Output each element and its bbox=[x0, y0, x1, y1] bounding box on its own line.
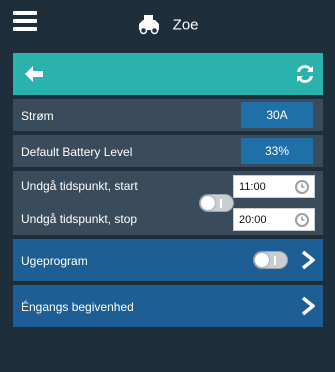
refresh-icon[interactable] bbox=[293, 62, 317, 86]
default-battery-value-button[interactable]: 33% bbox=[241, 138, 313, 164]
default-battery-row: Default Battery Level 33% bbox=[13, 135, 323, 167]
back-arrow-icon[interactable] bbox=[23, 63, 45, 85]
avoid-start-label: Undgå tidspunkt, start bbox=[21, 179, 138, 193]
nav-bar bbox=[13, 53, 323, 95]
app-title-area: Zoe bbox=[0, 14, 335, 36]
app-title: Zoe bbox=[172, 16, 199, 34]
one-time-event-row[interactable]: Éngangs begivenhed bbox=[13, 285, 323, 327]
avoid-stop-time-input[interactable]: 20:00 bbox=[233, 208, 315, 231]
toggle-knob bbox=[201, 196, 215, 210]
clock-icon[interactable] bbox=[294, 179, 310, 195]
chevron-right-icon[interactable] bbox=[301, 296, 315, 316]
toggle-knob bbox=[255, 253, 269, 267]
avoid-start-time-value: 11:00 bbox=[239, 181, 266, 193]
chevron-right-icon[interactable] bbox=[301, 250, 315, 270]
avoid-stop-time-value: 20:00 bbox=[239, 214, 267, 226]
avoid-time-row: Undgå tidspunkt, start Undgå tidspunkt, … bbox=[13, 171, 323, 235]
toggle-off-mark bbox=[274, 256, 276, 265]
avoid-time-toggle[interactable] bbox=[199, 194, 234, 212]
week-program-row[interactable]: Ugeprogram bbox=[13, 239, 323, 281]
one-time-event-label: Éngangs begivenhed bbox=[21, 300, 134, 314]
default-battery-label: Default Battery Level bbox=[21, 145, 133, 159]
top-bar: Zoe bbox=[0, 0, 335, 53]
avoid-stop-label: Undgå tidspunkt, stop bbox=[21, 212, 138, 226]
clock-icon[interactable] bbox=[294, 212, 310, 228]
week-program-label: Ugeprogram bbox=[21, 254, 88, 268]
current-row: Strøm 30A bbox=[13, 99, 323, 131]
week-program-toggle[interactable] bbox=[253, 251, 288, 269]
current-label: Strøm bbox=[21, 109, 54, 123]
current-value-button[interactable]: 30A bbox=[241, 102, 313, 128]
avoid-start-time-input[interactable]: 11:00 bbox=[233, 175, 315, 198]
car-icon bbox=[139, 15, 160, 35]
toggle-off-mark bbox=[220, 199, 222, 208]
